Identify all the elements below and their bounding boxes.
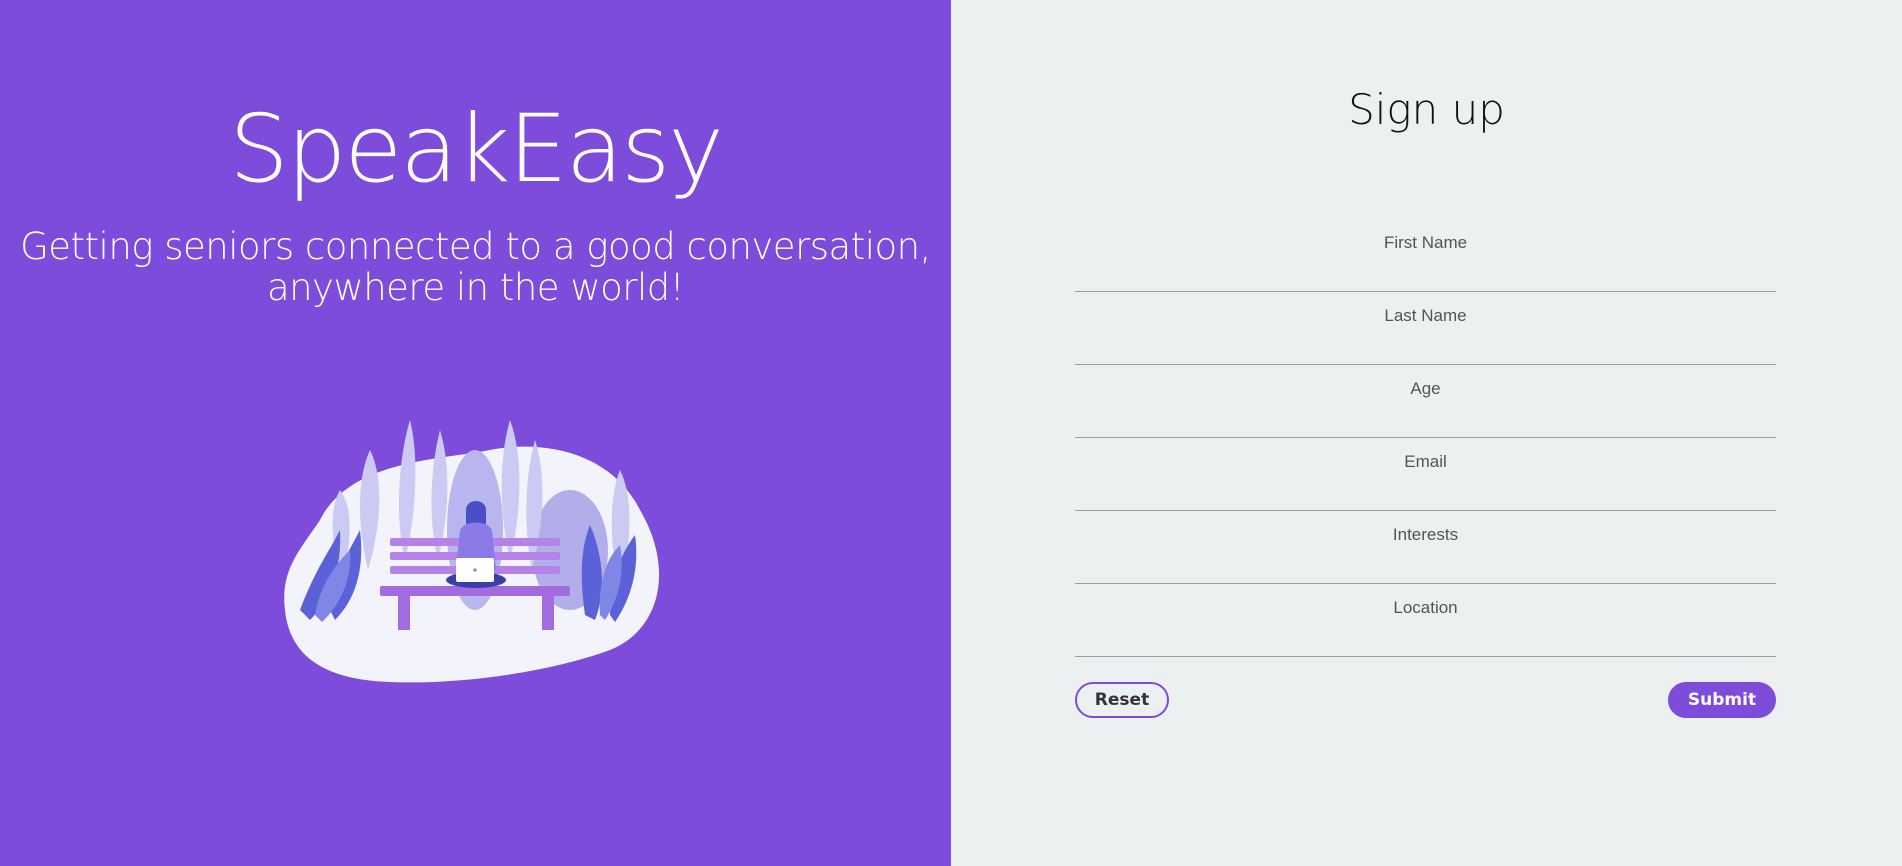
age-field[interactable] xyxy=(1075,365,1776,438)
form-actions: Reset Submit xyxy=(1075,682,1776,718)
interests-field[interactable] xyxy=(1075,511,1776,584)
signup-title: Sign up xyxy=(1348,85,1505,134)
signup-form xyxy=(1075,219,1776,657)
bench-illustration xyxy=(284,420,660,683)
submit-button[interactable]: Submit xyxy=(1668,682,1776,718)
brand-title: SpeakEasy xyxy=(229,95,724,204)
tagline-line-2: anywhere in the world! xyxy=(266,266,685,309)
hero-panel: SpeakEasy Getting seniors connected to a… xyxy=(0,0,951,866)
email-field[interactable] xyxy=(1075,438,1776,511)
last-name-field[interactable] xyxy=(1075,292,1776,365)
first-name-field[interactable] xyxy=(1075,219,1776,292)
location-field[interactable] xyxy=(1075,584,1776,657)
tagline-line-1: Getting seniors connected to a good conv… xyxy=(20,225,931,268)
tagline: Getting seniors connected to a good conv… xyxy=(20,226,931,308)
reset-button[interactable]: Reset xyxy=(1075,682,1169,718)
signup-panel: Sign up Reset Submit xyxy=(951,0,1902,866)
